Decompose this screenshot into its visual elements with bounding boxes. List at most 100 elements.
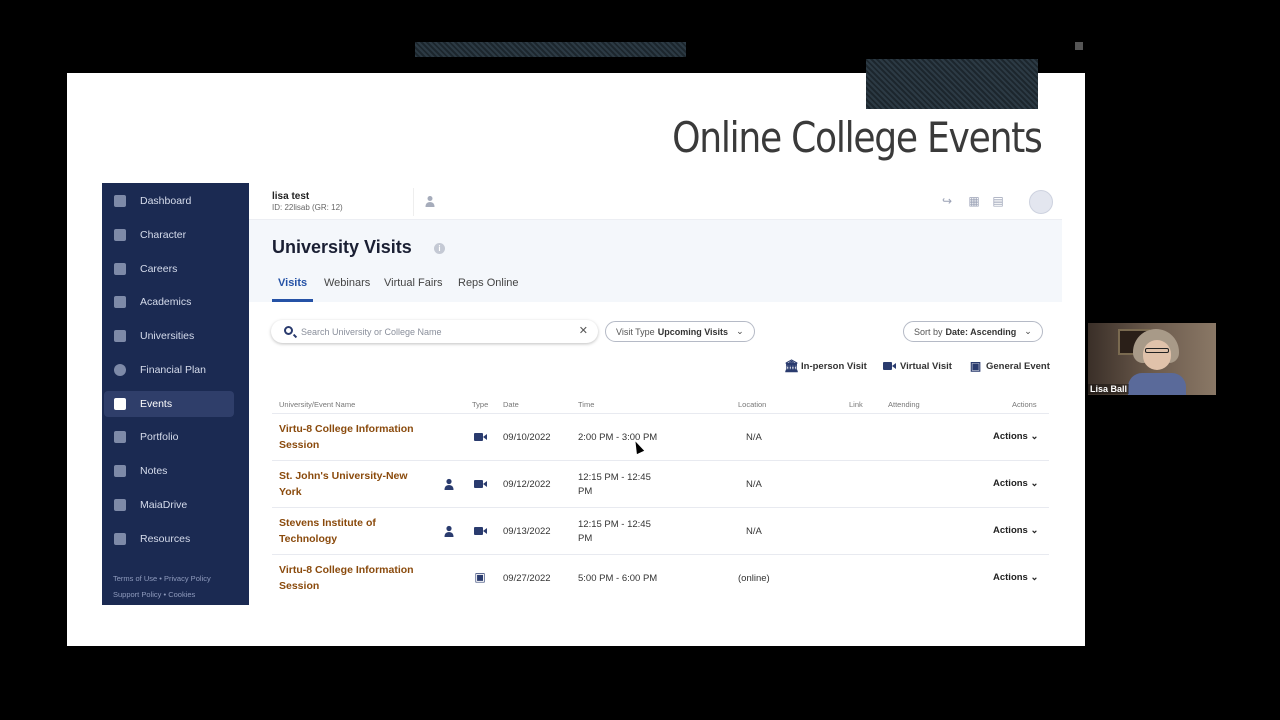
dashboard-icon [114,195,126,207]
main-content: lisa test ID: 22lisab (GR: 12) ↪ ▦ ▤ Uni… [249,183,1062,605]
column-header[interactable]: Link [849,400,863,409]
user-name: lisa test [272,191,310,202]
sidebar-item-resources[interactable]: Resources [104,526,234,552]
info-icon[interactable]: i [434,243,445,254]
event-name-link[interactable]: Virtu-8 College Information Session [279,421,429,453]
actions-dropdown[interactable]: Actions ⌄ [993,525,1038,536]
row-divider [272,554,1049,555]
calendar-event-icon: ▣ [474,570,486,584]
window-close-icon[interactable] [1075,42,1083,50]
tab-reps-online[interactable]: Reps Online [458,277,519,289]
sidebar-item-character[interactable]: Character [104,222,234,248]
search-icon [284,326,293,335]
chevron-down-icon: ⌄ [736,326,744,336]
sidebar-item-dashboard[interactable]: Dashboard [104,188,234,214]
column-header[interactable]: Date [503,400,519,409]
sidebar-item-universities[interactable]: Universities [104,323,234,349]
university-icon [114,330,126,342]
bar-chart-icon [114,229,126,241]
footer-separator: • [159,574,162,583]
sidebar-item-label: Portfolio [140,431,179,443]
sidebar-item-label: Resources [140,533,191,545]
sidebar-item-maiadrive[interactable]: MaiaDrive [104,492,234,518]
sidebar-item-events[interactable]: Events [104,391,234,417]
column-header[interactable]: University/Event Name [279,400,355,409]
event-name-link[interactable]: St. John's University-New York [279,468,429,500]
tab-webinars[interactable]: Webinars [324,277,370,289]
event-date: 09/13/2022 [503,526,551,537]
event-location: (online) [738,573,770,584]
event-name-link[interactable]: Stevens Institute of Technology [279,515,429,547]
event-date: 09/10/2022 [503,432,551,443]
video-camera-icon [474,526,487,538]
sidebar-item-portfolio[interactable]: Portfolio [104,424,234,450]
close-icon[interactable]: ✕ [579,324,588,337]
calendar-event-icon: ▣ [969,359,982,373]
switch-user-icon[interactable] [425,195,435,207]
actions-dropdown[interactable]: Actions ⌄ [993,572,1038,583]
legend-in-person: 🏛︎ In-person Visit [784,360,867,372]
sort-value: Date: Ascending [945,326,1017,337]
chat-icon[interactable]: ▤ [992,195,1004,207]
academics-icon [114,296,126,308]
presentation-slide: Online College Events Dashboard Characte… [67,59,1085,646]
sidebar-item-academics[interactable]: Academics [104,289,234,315]
column-header[interactable]: Type [472,400,488,409]
visit-type-value: Upcoming Visits [657,326,729,337]
legend-label: In-person Visit [801,361,867,372]
page-header: University Visits i Visits Webinars Virt… [249,220,1062,302]
logout-icon[interactable]: ↪ [941,195,953,207]
calendar-icon[interactable]: ▦ [968,195,980,207]
legend-label: Virtual Visit [900,361,952,372]
event-time: 2:00 PM - 3:00 PM [578,432,658,443]
participant-name: Lisa Ball [1088,384,1130,394]
sidebar-item-label: Notes [140,465,168,477]
tab-virtual-fairs[interactable]: Virtual Fairs [384,277,442,289]
row-divider [272,507,1049,508]
sort-dropdown[interactable]: Sort by Date: Ascending ⌄ [903,321,1043,342]
sidebar-item-careers[interactable]: Careers [104,256,234,282]
support-link[interactable]: Support Policy [113,590,161,599]
event-time: 12:15 PM - 12:45 PM [578,472,651,497]
person-icon [444,478,454,490]
sidebar: Dashboard Character Careers Academics Un… [102,183,249,605]
header-divider [413,188,414,216]
sidebar-item-label: Financial Plan [140,364,206,376]
event-location: N/A [746,432,762,443]
legend-general: ▣ General Event [969,359,1050,373]
event-time: 12:15 PM - 12:45 PM [578,519,651,544]
tab-visits[interactable]: Visits [278,277,307,289]
actions-dropdown[interactable]: Actions ⌄ [993,431,1038,442]
event-name-link[interactable]: Virtu-8 College Information Session [279,562,429,594]
search-input[interactable] [301,324,571,339]
privacy-link[interactable]: Privacy Policy [164,574,211,583]
sidebar-item-label: Dashboard [140,195,192,207]
legend-label: General Event [986,361,1050,372]
event-date: 09/27/2022 [503,573,551,584]
top-header: lisa test ID: 22lisab (GR: 12) ↪ ▦ ▤ [249,183,1062,220]
sidebar-footer-links-2: Support Policy • Cookies [113,590,195,599]
grid-icon [114,431,126,443]
sidebar-item-notes[interactable]: Notes [104,458,234,484]
sidebar-item-label: Academics [140,296,192,308]
visit-type-label: Visit Type [616,326,655,337]
terms-link[interactable]: Terms of Use [113,574,157,583]
actions-dropdown[interactable]: Actions ⌄ [993,478,1038,489]
event-location: N/A [746,526,762,537]
column-header[interactable]: Attending [888,400,920,409]
sort-label: Sort by [914,326,943,337]
column-header[interactable]: Time [578,400,594,409]
calendar-check-icon [114,398,126,410]
column-header[interactable]: Actions [1012,400,1037,409]
sidebar-item-financial-plan[interactable]: Financial Plan [104,357,234,383]
row-divider [272,460,1049,461]
visit-type-dropdown[interactable]: Visit Type Upcoming Visits ⌄ [605,321,755,342]
search-box: ✕ [271,320,598,343]
sidebar-footer-links: Terms of Use • Privacy Policy [113,574,211,583]
redacted-title-bar [415,42,686,57]
column-header[interactable]: Location [738,400,766,409]
sidebar-item-label: Character [140,229,187,241]
avatar[interactable] [1029,190,1053,214]
cookies-link[interactable]: Cookies [168,590,195,599]
redacted-logo [866,59,1038,109]
